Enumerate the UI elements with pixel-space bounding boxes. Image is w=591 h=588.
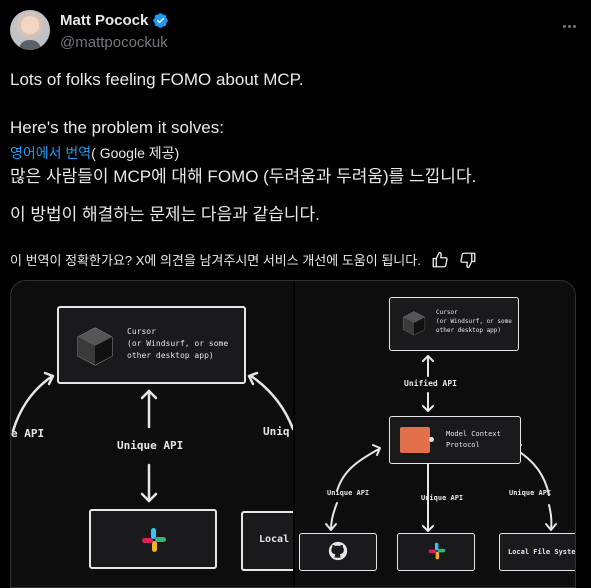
more-icon[interactable]: [557, 14, 581, 38]
translated-text: 많은 사람들이 MCP에 대해 FOMO (두려움과 두려움)를 느낍니다. 이…: [10, 166, 580, 226]
translated-line-1: 많은 사람들이 MCP에 대해 FOMO (두려움과 두려움)를 느낍니다.: [10, 167, 477, 186]
cursor-box: Cursor (or Windsurf, or some other deskt…: [57, 306, 246, 384]
cursor-box-label: Cursor (or Windsurf, or some other deskt…: [127, 327, 229, 360]
translation-provider: ( Google 제공): [91, 145, 180, 161]
github-logo-icon: [328, 541, 348, 561]
mcp-box: Model Context Protocol: [389, 416, 521, 464]
translated-from-link[interactable]: 영어에서 번역: [10, 143, 91, 163]
right-api-label: Uniq: [263, 425, 290, 438]
cursor-logo-icon: [77, 327, 113, 366]
left-api-label: e API: [11, 427, 45, 440]
slack-box-right: [397, 533, 475, 571]
center-api-label: Unique API: [117, 439, 184, 452]
slack-box: [89, 509, 217, 569]
local-file-system-box: Local File System: [499, 533, 576, 571]
tweet-text: Lots of folks feeling FOMO about MCP. He…: [10, 68, 580, 140]
slack-logo-icon-right: [428, 542, 446, 560]
feedback-text: 이 번역이 정확한가요? X에 의견을 남겨주시면 서비스 개선에 도움이 됩니…: [10, 253, 421, 268]
diagram-with-mcp[interactable]: Cursor (or Windsurf, or some other deskt…: [295, 281, 576, 587]
verified-badge-icon[interactable]: [152, 12, 169, 29]
cursor-box-right-label: Cursor (or Windsurf, or some other deskt…: [436, 309, 512, 334]
author-handle[interactable]: @mattpocockuk: [60, 34, 168, 51]
mcp-box-label: Model Context Protocol: [446, 430, 501, 449]
local-box-left: Local F: [241, 511, 301, 571]
tweet-media[interactable]: Cursor (or Windsurf, or some other deskt…: [10, 280, 576, 588]
thumbs-down-icon[interactable]: [459, 251, 477, 269]
diagram-before-mcp[interactable]: Cursor (or Windsurf, or some other deskt…: [11, 281, 301, 587]
author-name-row: Matt Pocock: [60, 12, 169, 29]
mcp-logo-icon: [400, 427, 434, 453]
cursor-logo-icon-right: [402, 311, 426, 336]
author-display-name[interactable]: Matt Pocock: [60, 12, 148, 29]
slack-logo-icon: [142, 528, 166, 552]
translation-feedback: 이 번역이 정확한가요? X에 의견을 남겨주시면 서비스 개선에 도움이 됩니…: [10, 250, 477, 269]
cursor-box-right: Cursor (or Windsurf, or some other deskt…: [389, 297, 519, 351]
tweet-line-1: Lots of folks feeling FOMO about MCP.: [10, 70, 304, 89]
api-center-label: Unique API: [421, 494, 464, 502]
api-right-label: Unique API: [509, 489, 552, 497]
avatar[interactable]: [10, 10, 50, 50]
unified-api-label: Unified API: [404, 379, 457, 388]
api-left-label: Unique API: [327, 489, 370, 497]
translation-attribution: 영어에서 번역 ( Google 제공): [10, 143, 179, 163]
tweet-line-2: Here's the problem it solves:: [10, 118, 224, 137]
thumbs-up-icon[interactable]: [431, 251, 449, 269]
translated-line-2: 이 방법이 해결하는 문제는 다음과 같습니다.: [10, 205, 320, 224]
local-file-system-label: Local File System: [508, 548, 576, 556]
github-box: [299, 533, 377, 571]
tweet-header: Matt Pocock @mattpocockuk: [10, 10, 581, 54]
